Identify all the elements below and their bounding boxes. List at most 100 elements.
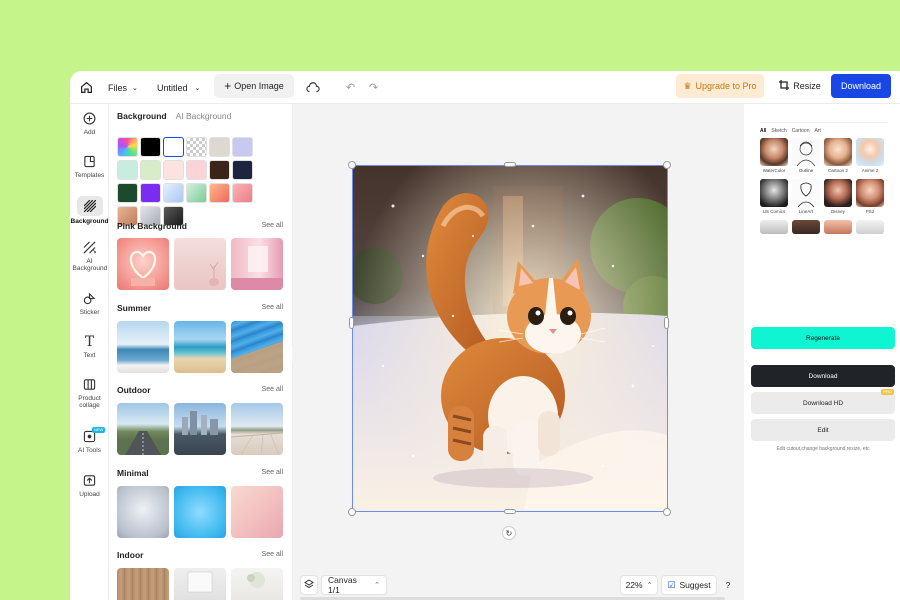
canvas-pager[interactable]: Canvas 1/1 ⌃ [321,575,387,595]
swatch-mint[interactable] [117,160,138,180]
cloud-icon[interactable] [306,71,320,104]
style-tab[interactable]: Sketch [771,128,786,134]
style-option[interactable]: US Comics [760,179,788,214]
swatch-pink[interactable] [186,160,207,180]
nav-item-product-collage[interactable]: Product collage [70,378,109,409]
layers-button[interactable] [300,575,318,595]
suggest-button[interactable]: ☑ Suggest [661,575,717,595]
swatch-black[interactable] [140,137,161,157]
style-option[interactable] [760,220,788,234]
bg-thumbnail[interactable] [231,403,283,455]
swatch-rose[interactable] [232,183,253,203]
resize-handle[interactable] [348,161,356,169]
bg-thumbnail[interactable] [117,403,169,455]
open-image-button[interactable]: + Open Image [214,74,294,98]
nav-item-sticker[interactable]: Sticker [70,292,109,316]
style-option[interactable] [824,220,852,234]
resize-handle[interactable] [504,509,516,514]
bg-thumbnail[interactable] [174,403,226,455]
swatch-lavender[interactable] [232,137,253,157]
style-option[interactable]: Outline [792,138,820,173]
download-button[interactable]: Download [751,365,895,387]
resize-button[interactable]: Resize [776,74,824,98]
see-all-link[interactable]: See all [262,386,283,393]
style-option[interactable] [792,220,820,234]
style-option[interactable]: LineArt [792,179,820,214]
rotate-icon[interactable]: ↻ [502,526,516,540]
bg-thumbnail[interactable] [231,568,283,600]
redo-icon[interactable]: ↷ [369,71,378,104]
swatch-violet[interactable] [140,183,161,203]
see-all-link[interactable]: See all [262,222,283,229]
swatch-dark-green[interactable] [117,183,138,203]
help-button[interactable]: ? [720,575,736,595]
resize-handle[interactable] [349,317,354,329]
nav-item-templates[interactable]: Templates [70,155,109,179]
bg-thumbnail[interactable] [231,486,283,538]
nav-item-background[interactable]: Background [70,196,109,225]
style-tab[interactable]: All [760,128,766,134]
zoom-control[interactable]: 22% ⌃ [620,575,658,595]
regenerate-button[interactable]: Regenerate [751,327,895,349]
undo-icon[interactable]: ↶ [346,71,355,104]
canvas-image[interactable] [352,165,668,512]
swatch-brown[interactable] [209,160,230,180]
nav-item-ai-background[interactable]: AI Background [70,241,109,272]
resize-handle[interactable] [664,317,669,329]
bg-thumbnail[interactable] [231,238,283,290]
see-all-link[interactable]: See all [262,469,283,476]
resize-handle[interactable] [663,508,671,516]
download-hd-button[interactable]: Download HD PRO [751,389,895,414]
bg-thumbnail[interactable] [117,568,169,600]
swatch-navy[interactable] [232,160,253,180]
nav-item-add[interactable]: Add [70,112,109,136]
swatch-transparent[interactable] [186,137,207,157]
style-tab[interactable]: Art [814,128,820,134]
files-menu[interactable]: Files ⌄ [108,71,138,104]
pro-badge: PRO [881,389,894,395]
style-option[interactable]: Cartoon 2 [824,138,852,173]
bg-thumbnail[interactable] [117,321,169,373]
see-all-link[interactable]: See all [262,551,283,558]
home-icon[interactable] [80,71,93,104]
resize-handle[interactable] [504,162,516,167]
swatch-coral[interactable] [209,183,230,203]
swatch-pale-pink[interactable] [163,160,184,180]
doc-title-menu[interactable]: Untitled ⌄ [157,71,200,104]
bg-thumbnail[interactable] [174,568,226,600]
style-option[interactable]: WaterColor [760,138,788,173]
bg-thumbnail[interactable] [174,486,226,538]
bg-thumbnail[interactable] [174,238,226,290]
tab-ai-background[interactable]: AI Background [176,111,232,121]
swatch-pale-green[interactable] [140,160,161,180]
edit-button[interactable]: Edit [751,419,895,441]
nav-item-text[interactable]: T Text [70,335,109,359]
see-all-link[interactable]: See all [262,304,283,311]
doc-title: Untitled [157,82,188,93]
style-option[interactable]: PS2 [856,179,884,214]
bg-thumbnail[interactable] [231,321,283,373]
style-label: Cartoon 2 [828,168,848,173]
download-button[interactable]: Download [831,74,891,98]
text-icon: T [84,334,95,350]
swatch-gradient[interactable] [117,137,138,157]
bg-thumbnail[interactable] [174,321,226,373]
swatch-green-gradient[interactable] [186,183,207,203]
swatch-white[interactable] [163,137,184,157]
nav-item-ai-tools[interactable]: NEW AI Tools [70,427,109,454]
swatch-sky[interactable] [163,183,184,203]
style-option[interactable]: Disney [824,179,852,214]
style-option[interactable] [856,220,884,234]
bg-thumbnail[interactable] [117,486,169,538]
edit-hint: Edit cutout,change background,resize, et… [776,446,870,452]
style-option[interactable]: Anime 2 [856,138,884,173]
style-tab[interactable]: Cartoon [792,128,810,134]
bg-thumbnail[interactable] [117,238,169,290]
nav-label: Add [83,129,96,136]
resize-handle[interactable] [663,161,671,169]
upgrade-button[interactable]: ♛ Upgrade to Pro [676,74,764,98]
tab-background[interactable]: Background [117,111,167,121]
resize-handle[interactable] [348,508,356,516]
swatch-beige[interactable] [209,137,230,157]
nav-item-upload[interactable]: Upload [70,474,109,498]
